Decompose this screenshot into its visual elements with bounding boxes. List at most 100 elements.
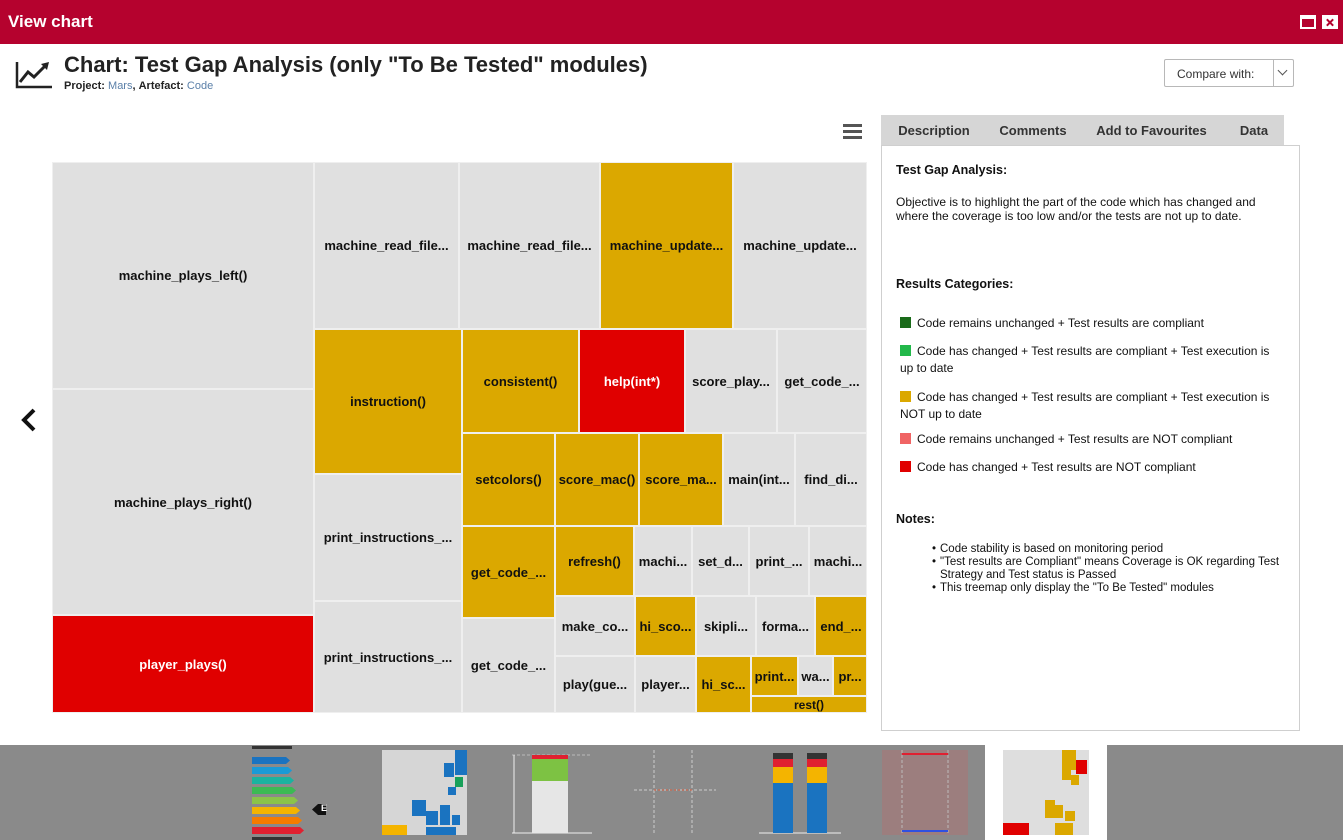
- treemap-cell[interactable]: machine_read_file...: [314, 162, 459, 329]
- legend-swatch: [900, 345, 911, 356]
- legend-item: Code remains unchanged + Test results ar…: [900, 315, 1285, 332]
- project-label: Project:: [64, 80, 105, 92]
- treemap-cell[interactable]: main(int...: [723, 433, 795, 526]
- treemap-cell[interactable]: help(int*): [579, 329, 685, 433]
- treemap-cell[interactable]: rest(): [751, 696, 867, 713]
- treemap-cell-label: machine_read_file...: [324, 238, 449, 253]
- previous-chart-arrow-icon[interactable]: [16, 402, 40, 438]
- treemap-cell[interactable]: print_instructions_...: [314, 474, 462, 601]
- treemap-cell[interactable]: hi_sc...: [696, 656, 751, 713]
- treemap-cell[interactable]: machine_plays_left(): [52, 162, 314, 389]
- treemap-cell-label: hi_sc...: [701, 677, 746, 692]
- stacked-bar-icon: [512, 754, 592, 834]
- tab-description[interactable]: Description: [881, 115, 987, 145]
- treemap-cell-label: player_plays(): [139, 656, 227, 672]
- treemap-cell-label: rest(): [793, 697, 824, 712]
- description-objective: Objective is to highlight the part of th…: [896, 195, 1256, 223]
- tab-add-to-favourites[interactable]: Add to Favourites: [1079, 115, 1224, 145]
- treemap-cell[interactable]: print_...: [749, 526, 809, 596]
- test-gap-treemap: machine_plays_left() machine_plays_right(…: [52, 162, 867, 713]
- red-area-thumbnail[interactable]: [880, 745, 970, 840]
- legend-swatch: [900, 433, 911, 444]
- treemap-cell[interactable]: pr...: [833, 656, 867, 696]
- treemap-cell[interactable]: score_play...: [685, 329, 777, 433]
- treemap-cell[interactable]: get_code_...: [462, 618, 555, 713]
- note-item: "Test results are Compliant" means Cover…: [932, 556, 1292, 582]
- treemap-cell[interactable]: instruction(): [314, 329, 462, 474]
- treemap-cell-label: machi...: [638, 553, 688, 569]
- treemap-cell[interactable]: player_plays(): [52, 615, 314, 713]
- treemap-cell[interactable]: get_code_...: [777, 329, 867, 433]
- treemap-cell[interactable]: machine_update...: [733, 162, 867, 329]
- artefact-value[interactable]: Code: [187, 80, 213, 92]
- treemap-cell[interactable]: score_ma...: [639, 433, 723, 526]
- treemap-cell-label: play(gue...: [562, 677, 628, 692]
- treemap-cell-label: score_ma...: [645, 472, 717, 487]
- treemap-cell[interactable]: wa...: [798, 656, 833, 696]
- treemap-cell[interactable]: set_d...: [692, 526, 749, 596]
- compare-with-select[interactable]: Compare with:: [1164, 59, 1294, 87]
- maximize-button[interactable]: [1300, 15, 1316, 29]
- treemap-cell-label: machine_update...: [743, 238, 857, 253]
- legend-swatch: [900, 461, 911, 472]
- quality-scale-thumbnail[interactable]: E: [250, 745, 340, 840]
- treemap-cell[interactable]: make_co...: [555, 596, 635, 656]
- treemap-cell[interactable]: end_...: [815, 596, 867, 656]
- treemap-cell[interactable]: forma...: [756, 596, 815, 656]
- legend-item: Code has changed + Test results are comp…: [900, 344, 1270, 375]
- project-value[interactable]: Mars: [108, 80, 132, 92]
- treemap-cell-label: consistent(): [483, 373, 558, 389]
- treemap-cell-label: get_code_...: [784, 373, 860, 389]
- treemap-cell[interactable]: setcolors(): [462, 433, 555, 526]
- treemap-cell-label: setcolors(): [475, 472, 542, 487]
- blue-treemap-thumbnail[interactable]: [382, 745, 472, 840]
- test-gap-treemap-thumbnail[interactable]: [985, 745, 1107, 840]
- treemap-cell[interactable]: print_instructions_...: [314, 601, 462, 713]
- line-chart-icon: [15, 62, 52, 89]
- treemap-cell[interactable]: consistent(): [462, 329, 579, 433]
- treemap-cell-label: score_mac(): [558, 472, 636, 487]
- treemap-cell[interactable]: machine_update...: [600, 162, 733, 329]
- quality-scale-icon: [252, 746, 326, 840]
- treemap-cell[interactable]: skipli...: [696, 596, 756, 656]
- test-gap-treemap-icon: [1003, 750, 1089, 835]
- treemap-cell[interactable]: find_di...: [795, 433, 867, 526]
- treemap-cell-label: set_d...: [698, 553, 743, 569]
- tab-data[interactable]: Data: [1224, 115, 1284, 145]
- legend-item: Code has changed + Test results are NOT …: [900, 459, 1285, 476]
- treemap-cell[interactable]: machine_plays_right(): [52, 389, 314, 615]
- treemap-cell[interactable]: play(gue...: [555, 656, 635, 713]
- legend-swatch: [900, 391, 911, 402]
- treemap-cell-label: refresh(): [568, 553, 621, 569]
- treemap-cell-label: machine_plays_right(): [114, 494, 252, 510]
- stacked-single-bar-thumbnail[interactable]: [508, 745, 598, 840]
- treemap-cell-label: print_instructions_...: [323, 649, 453, 665]
- treemap-cell[interactable]: machine_read_file...: [459, 162, 600, 329]
- treemap-cell[interactable]: get_code_...: [462, 526, 555, 618]
- treemap-cell-label: print...: [754, 668, 795, 684]
- treemap-cell-label: instruction(): [350, 394, 426, 409]
- stacked-double-bar-thumbnail[interactable]: [755, 745, 845, 840]
- treemap-cell-label: print_instructions_...: [323, 530, 453, 545]
- treemap-cell-label: machi...: [813, 553, 863, 569]
- treemap-cell-label: wa...: [801, 668, 830, 684]
- treemap-cell-label: hi_sco...: [639, 618, 692, 634]
- scatter-crosshair-thumbnail[interactable]: [630, 745, 720, 840]
- tab-comments[interactable]: Comments: [987, 115, 1079, 145]
- treemap-cell-label: main(int...: [728, 472, 790, 487]
- description-panel: Test Gap Analysis: Objective is to highl…: [881, 145, 1300, 731]
- treemap-cell[interactable]: refresh(): [555, 526, 634, 596]
- treemap-cell-label: machine_update...: [609, 238, 724, 253]
- treemap-cell[interactable]: score_mac(): [555, 433, 639, 526]
- treemap-cell[interactable]: player...: [635, 656, 696, 713]
- blue-treemap-icon: [382, 750, 467, 835]
- treemap-cell[interactable]: machi...: [809, 526, 867, 596]
- artefact-label: Artefact:: [138, 80, 184, 92]
- legend-item: Code remains unchanged + Test results ar…: [900, 431, 1285, 448]
- treemap-cell[interactable]: machi...: [634, 526, 692, 596]
- treemap-cell[interactable]: hi_sco...: [635, 596, 696, 656]
- notes-list: Code stability is based on monitoring pe…: [932, 543, 1292, 595]
- menu-icon[interactable]: [843, 124, 862, 140]
- treemap-cell[interactable]: print...: [751, 656, 798, 696]
- close-button[interactable]: [1322, 15, 1338, 29]
